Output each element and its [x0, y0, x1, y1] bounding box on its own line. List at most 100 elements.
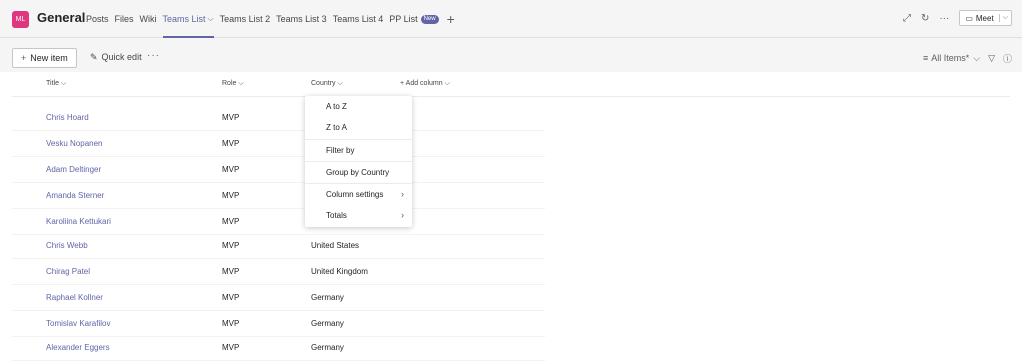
- table-row[interactable]: Raphael Kollner MVP Germany: [12, 285, 545, 311]
- table-row[interactable]: Vesku Nopanen MVP: [12, 131, 545, 157]
- tab-posts[interactable]: Posts: [86, 0, 109, 38]
- video-camera-icon: ▭: [965, 13, 973, 23]
- tab-teams-list-3[interactable]: Teams List 3: [276, 0, 327, 38]
- menu-label: A to Z: [326, 102, 347, 111]
- add-tab-button[interactable]: +: [447, 0, 455, 38]
- table-row[interactable]: Chris Hoard MVP: [12, 105, 545, 131]
- team-avatar[interactable]: ML: [12, 11, 29, 28]
- row-title[interactable]: Adam Deltinger: [46, 157, 101, 183]
- command-bar: + New item ✎ Quick edit ··· ≡ All Items* ⌵ ▽…: [0, 44, 1022, 72]
- pencil-icon: ✎: [90, 52, 98, 62]
- header-divider: [12, 96, 1010, 97]
- chevron-down-icon: ⌵: [444, 80, 450, 87]
- table-row[interactable]: Chirag Patel MVP United Kingdom: [12, 259, 545, 285]
- menu-item-z-to-a[interactable]: Z to A: [305, 117, 412, 138]
- view-label: All Items*: [931, 53, 970, 63]
- column-label: Title: [46, 80, 59, 87]
- row-country: United Kingdom: [311, 267, 368, 276]
- tab-teams-list-4[interactable]: Teams List 4: [333, 0, 384, 38]
- tab-teams-list-2[interactable]: Teams List 2: [220, 0, 271, 38]
- list-view-icon: ≡: [922, 53, 929, 63]
- tab-wiki[interactable]: Wiki: [140, 0, 157, 38]
- tab-label: Teams List 2: [219, 14, 271, 24]
- add-column-button[interactable]: + Add column ⌵: [400, 72, 450, 96]
- tab-label: Wiki: [139, 14, 157, 24]
- tab-label: Teams List 3: [276, 14, 327, 24]
- channel-header: ML General Posts Files Wiki Teams List ⌵ …: [0, 0, 1022, 38]
- row-country: Germany: [311, 343, 344, 352]
- column-header-role[interactable]: Role ⌵: [222, 72, 244, 96]
- tab-label: Files: [114, 14, 134, 24]
- table-row[interactable]: Karoliina Kettukari MVP: [12, 209, 545, 235]
- table-row[interactable]: Alexander Eggers MVP Germany: [12, 335, 545, 361]
- add-column-label: + Add column: [400, 80, 443, 87]
- quick-edit-label: Quick edit: [101, 52, 142, 62]
- filter-icon[interactable]: ▽: [988, 53, 995, 64]
- table-row[interactable]: Adam Deltinger MVP: [12, 157, 545, 183]
- meet-label: Meet: [975, 13, 994, 23]
- refresh-icon[interactable]: ↻: [921, 13, 929, 24]
- tab-pp-list[interactable]: PP List New: [389, 0, 439, 38]
- plus-icon: +: [21, 53, 27, 63]
- row-country: Germany: [311, 293, 344, 302]
- row-title[interactable]: Raphael Kollner: [46, 285, 103, 311]
- info-icon[interactable]: ⓘ: [1003, 52, 1012, 65]
- more-options-icon[interactable]: ···: [939, 13, 949, 24]
- menu-label: Z to A: [326, 123, 347, 132]
- new-item-button[interactable]: + New item: [12, 48, 77, 68]
- meet-dropdown-chevron-icon[interactable]: ⌵: [998, 14, 1011, 22]
- tab-label: Teams List 4: [332, 14, 384, 24]
- meet-button[interactable]: ▭ Meet ⌵: [959, 10, 1012, 26]
- row-role: MVP: [222, 241, 240, 250]
- menu-item-column-settings[interactable]: Column settings ›: [305, 184, 412, 205]
- row-role: MVP: [222, 293, 240, 302]
- row-role: MVP: [222, 267, 240, 276]
- table-row[interactable]: Chris Webb MVP United States: [12, 233, 545, 259]
- column-label: Country: [311, 80, 336, 87]
- table-row[interactable]: Tomislav Karafilov MVP Germany: [12, 311, 545, 337]
- channel-tabs: Posts Files Wiki Teams List ⌵ Teams List …: [86, 0, 455, 38]
- expand-icon[interactable]: ⤢: [903, 13, 911, 24]
- quick-edit-button[interactable]: ✎ Quick edit: [90, 52, 142, 63]
- more-commands-icon[interactable]: ···: [147, 50, 160, 61]
- tab-label: Teams List: [162, 14, 206, 24]
- row-country: Germany: [311, 319, 344, 328]
- chevron-right-icon: ›: [401, 210, 404, 220]
- column-menu: A to Z Z to A Filter by Group by Country…: [305, 96, 412, 227]
- row-title[interactable]: Tomislav Karafilov: [46, 311, 110, 337]
- chevron-down-icon: ⌵: [238, 80, 244, 87]
- tab-label: PP List: [389, 14, 418, 24]
- row-title[interactable]: Chris Hoard: [46, 105, 89, 131]
- chevron-down-icon: ⌵: [973, 53, 981, 63]
- row-title[interactable]: Chirag Patel: [46, 259, 90, 285]
- row-role: MVP: [222, 343, 240, 352]
- chevron-right-icon: ›: [401, 189, 404, 199]
- row-country: United States: [311, 241, 360, 250]
- chevron-down-icon: ⌵: [60, 80, 67, 87]
- row-title[interactable]: Karoliina Kettukari: [46, 209, 111, 235]
- row-title[interactable]: Chris Webb: [46, 233, 88, 259]
- row-title[interactable]: Alexander Eggers: [46, 335, 110, 361]
- row-role: MVP: [222, 139, 240, 148]
- view-controls: ≡ All Items* ⌵ ▽ ⓘ: [915, 52, 1012, 65]
- menu-item-totals[interactable]: Totals ›: [305, 205, 412, 226]
- list-view: Title ⌵ Role ⌵ Country ⌵ + Add column ⌵ …: [0, 72, 1022, 362]
- menu-label: Group by Country: [326, 168, 390, 177]
- new-item-label: New item: [30, 53, 68, 63]
- row-title[interactable]: Amanda Sterner: [46, 183, 104, 209]
- column-header-country[interactable]: Country ⌵: [311, 72, 343, 96]
- menu-item-a-to-z[interactable]: A to Z: [305, 96, 412, 117]
- row-role: MVP: [222, 217, 240, 226]
- row-role: MVP: [222, 319, 240, 328]
- tab-teams-list[interactable]: Teams List ⌵: [162, 0, 214, 38]
- row-title[interactable]: Vesku Nopanen: [46, 131, 103, 157]
- table-row[interactable]: Amanda Sterner MVP: [12, 183, 545, 209]
- menu-item-group-by[interactable]: Group by Country: [305, 162, 412, 183]
- view-switcher[interactable]: ≡ All Items* ⌵: [923, 53, 980, 64]
- tab-label: Posts: [86, 14, 109, 24]
- chevron-down-icon: ⌵: [337, 80, 343, 87]
- menu-item-filter-by[interactable]: Filter by: [305, 140, 412, 161]
- tab-files[interactable]: Files: [115, 0, 134, 38]
- column-header-title[interactable]: Title ⌵: [46, 72, 66, 96]
- menu-label: Totals: [326, 211, 347, 220]
